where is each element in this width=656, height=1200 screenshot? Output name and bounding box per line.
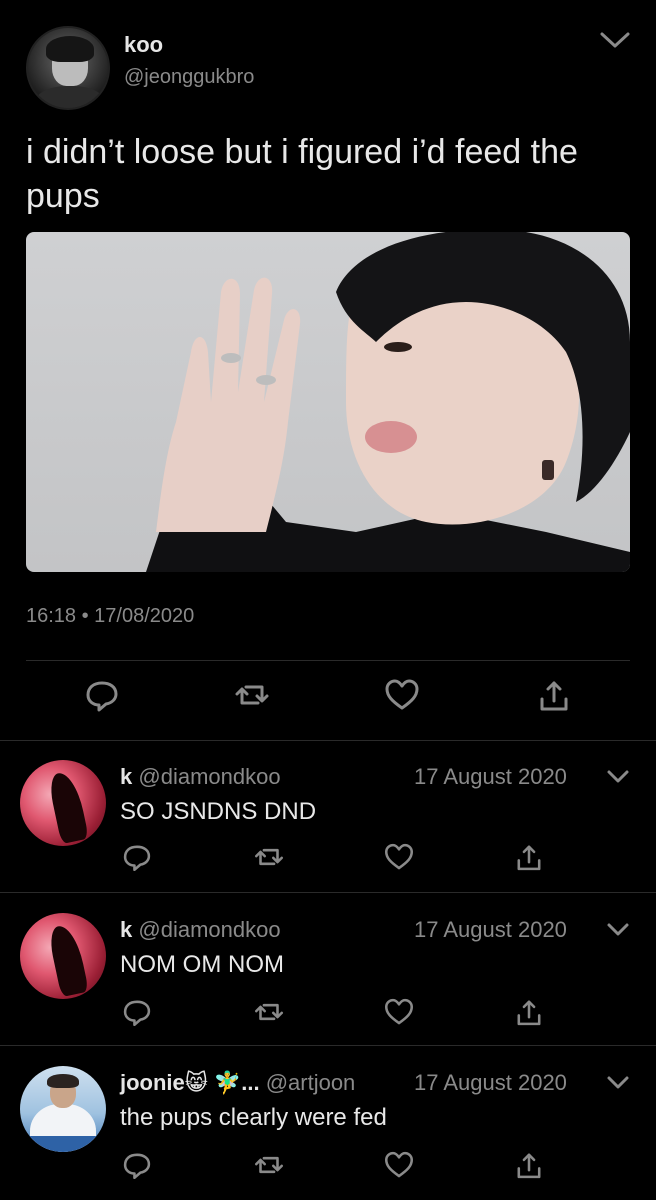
avatar-hair (47, 1074, 79, 1088)
retweet-icon (254, 848, 284, 866)
avatar-hair (46, 36, 94, 62)
reply-item[interactable]: k @diamondkoo 17 August 2020 NOM OM NOM (0, 895, 656, 1045)
author-name[interactable]: koo (124, 32, 163, 58)
reply-item[interactable]: joonie😸 🧚‍♂️... @artjoon 17 August 2020 … (0, 1048, 656, 1198)
reply-avatar[interactable] (20, 1066, 106, 1152)
retweet-icon (254, 1156, 284, 1174)
share-button[interactable] (512, 995, 546, 1029)
author-avatar[interactable] (26, 26, 110, 110)
reply-icon (123, 845, 151, 872)
like-button[interactable] (382, 840, 416, 874)
reply-text: the pups clearly were fed (120, 1104, 387, 1131)
divider (0, 892, 656, 893)
like-button[interactable] (382, 675, 422, 715)
main-tweet: koo @jeonggukbro i didn’t loose but i fi… (0, 0, 656, 740)
like-icon (385, 679, 419, 710)
reply-icon (123, 1000, 151, 1027)
reply-actions (120, 1148, 630, 1188)
reply-name: k (120, 764, 133, 789)
avatar-shoulders (34, 86, 106, 108)
reply-name: k (120, 917, 133, 942)
tweet-text: i didn’t loose but i figured i’d feed th… (26, 133, 578, 215)
reply-date: 17 August 2020 (414, 764, 567, 789)
divider (0, 1045, 656, 1046)
share-icon (540, 681, 568, 711)
share-button[interactable] (512, 840, 546, 874)
divider (26, 660, 630, 661)
chevron-down-icon[interactable] (606, 1074, 630, 1092)
share-icon (517, 1153, 541, 1179)
reply-actions (120, 995, 630, 1035)
reply-item[interactable]: k @diamondkoo 17 August 2020 SO JSNDNS D… (0, 742, 656, 892)
share-button[interactable] (512, 1148, 546, 1182)
reply-button[interactable] (82, 675, 122, 715)
like-button[interactable] (382, 995, 416, 1029)
share-icon (517, 845, 541, 871)
share-icon (517, 1000, 541, 1026)
tweet-photo[interactable] (26, 232, 630, 572)
reply-text: NOM OM NOM (120, 951, 284, 978)
reply-handle: @diamondkoo (138, 764, 281, 789)
chevron-down-icon[interactable] (606, 768, 630, 786)
divider (0, 740, 656, 741)
retweet-button[interactable] (252, 995, 286, 1029)
share-button[interactable] (534, 675, 574, 715)
reply-author[interactable]: k @diamondkoo (120, 764, 281, 790)
like-button[interactable] (382, 1148, 416, 1182)
tweet-timestamp: 16:18 • 17/08/2020 (26, 605, 195, 627)
tweet-actions (26, 675, 630, 725)
reply-button[interactable] (120, 1148, 154, 1182)
reply-author[interactable]: k @diamondkoo (120, 917, 281, 943)
reply-icon (86, 681, 118, 712)
like-icon (384, 998, 414, 1025)
retweet-icon (254, 1003, 284, 1021)
reply-actions (120, 840, 630, 880)
photo-illustration (146, 232, 630, 572)
reply-avatar[interactable] (20, 760, 106, 846)
avatar-silhouette (47, 922, 89, 998)
retweet-button[interactable] (232, 675, 272, 715)
like-icon (384, 843, 414, 870)
reply-icon (123, 1153, 151, 1180)
avatar-silhouette (47, 769, 89, 845)
reply-text: SO JSNDNS DND (120, 798, 317, 825)
retweet-button[interactable] (252, 840, 286, 874)
reply-date: 17 August 2020 (414, 1070, 567, 1095)
reply-name: joonie😸 🧚‍♂️... (120, 1070, 260, 1095)
avatar-water (20, 1136, 106, 1152)
chevron-down-icon[interactable] (598, 28, 632, 52)
reply-avatar[interactable] (20, 913, 106, 999)
chevron-down-icon[interactable] (606, 921, 630, 939)
like-icon (384, 1151, 414, 1178)
author-handle[interactable]: @jeonggukbro (124, 66, 254, 89)
reply-handle: @artjoon (265, 1070, 356, 1095)
reply-button[interactable] (120, 995, 154, 1029)
retweet-icon (235, 685, 269, 705)
retweet-button[interactable] (252, 1148, 286, 1182)
reply-author[interactable]: joonie😸 🧚‍♂️... @artjoon (120, 1070, 355, 1096)
reply-date: 17 August 2020 (414, 917, 567, 942)
reply-button[interactable] (120, 840, 154, 874)
reply-handle: @diamondkoo (138, 917, 281, 942)
